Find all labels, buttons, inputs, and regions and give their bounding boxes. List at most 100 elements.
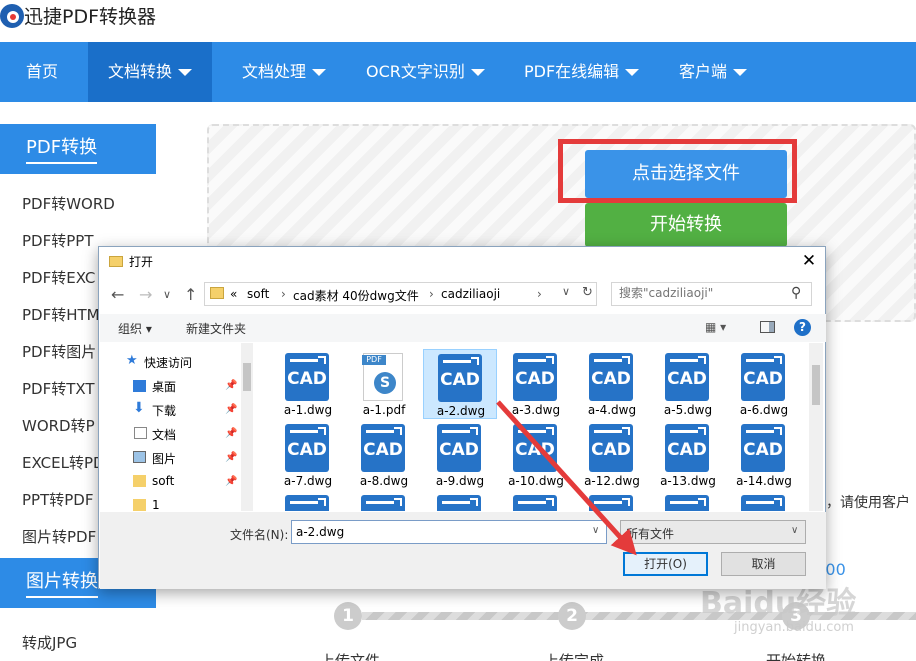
- view-options-icon[interactable]: ▦ ▾: [705, 320, 726, 334]
- filename-input[interactable]: [296, 525, 576, 539]
- file-name: a-12.dwg: [584, 474, 640, 488]
- file-item[interactable]: CAD a-13.dwg: [651, 420, 725, 490]
- breadcrumb-item[interactable]: soft: [247, 287, 269, 301]
- app-title: 迅捷PDF转换器: [24, 6, 157, 28]
- sidebar-item[interactable]: 转成JPG: [22, 632, 156, 653]
- file-item-partial[interactable]: [271, 491, 345, 511]
- pin-icon[interactable]: 📌: [225, 476, 237, 487]
- file-item-partial[interactable]: [347, 491, 421, 511]
- pin-icon[interactable]: 📌: [225, 452, 237, 463]
- navigation-scrollbar[interactable]: [241, 343, 253, 511]
- chevron-down-icon[interactable]: ∨: [163, 288, 171, 301]
- file-item[interactable]: CAD a-7.dwg: [271, 420, 345, 490]
- cad-file-icon: [665, 495, 709, 511]
- chevron-down-icon[interactable]: ∨: [562, 285, 570, 298]
- chevron-down-icon[interactable]: ∨: [592, 525, 599, 536]
- file-item-partial[interactable]: [499, 491, 573, 511]
- nav-pdf-edit-label: PDF在线编辑: [524, 62, 620, 81]
- file-item-partial[interactable]: [575, 491, 649, 511]
- step-circle-2: 2: [558, 602, 586, 630]
- sidebar-heading-label: PDF转换: [26, 137, 98, 164]
- file-item[interactable]: CAD a-10.dwg: [499, 420, 573, 490]
- close-icon[interactable]: ✕: [799, 251, 819, 271]
- nav-pictures[interactable]: 图片: [152, 450, 176, 467]
- preview-pane-icon[interactable]: [760, 321, 775, 333]
- nav-quick-access[interactable]: 快速访问: [144, 354, 192, 371]
- nav-home[interactable]: 首页: [0, 42, 84, 102]
- file-item[interactable]: CAD a-4.dwg: [575, 349, 649, 419]
- open-button[interactable]: 打开(O): [623, 552, 708, 576]
- cad-file-icon: [437, 495, 481, 511]
- refresh-icon[interactable]: ↻: [582, 285, 593, 300]
- file-item-partial[interactable]: [423, 491, 497, 511]
- chevron-down-icon: [733, 69, 748, 76]
- file-item[interactable]: CAD a-1.dwg: [271, 349, 345, 419]
- filename-label: 文件名(N):: [230, 528, 289, 542]
- file-name: a-9.dwg: [435, 474, 485, 488]
- pin-icon[interactable]: 📌: [225, 428, 237, 439]
- file-item[interactable]: PDF S a-1.pdf: [347, 349, 421, 419]
- file-item[interactable]: CAD a-3.dwg: [499, 349, 573, 419]
- cad-file-icon: CAD: [285, 353, 329, 401]
- filename-field[interactable]: ∨: [291, 520, 607, 544]
- help-icon[interactable]: ?: [794, 319, 811, 336]
- start-convert-button[interactable]: 开始转换: [585, 203, 787, 247]
- client-notice: F，请使用客户: [818, 495, 911, 511]
- highlight-annotation: [558, 139, 797, 203]
- file-item[interactable]: CAD a-9.dwg: [423, 420, 497, 490]
- nav-soft[interactable]: soft: [152, 474, 174, 488]
- breadcrumb-item[interactable]: cadziliaoji: [441, 287, 500, 301]
- download-icon: ⬇: [133, 400, 145, 416]
- back-arrow-icon[interactable]: ←: [111, 285, 124, 304]
- address-bar[interactable]: « soft › cad素材 40份dwg文件 › cadziliaoji ›: [204, 282, 597, 306]
- cad-file-icon: CAD: [513, 424, 557, 472]
- filetype-select[interactable]: 所有文件 ∨: [620, 520, 806, 544]
- cad-file-icon: CAD: [513, 353, 557, 401]
- file-item[interactable]: CAD a-8.dwg: [347, 420, 421, 490]
- breadcrumb-overflow[interactable]: «: [230, 287, 237, 301]
- folder-icon: [210, 287, 224, 299]
- file-item[interactable]: CAD a-5.dwg: [651, 349, 725, 419]
- cad-file-icon: CAD: [361, 424, 405, 472]
- nav-pdf-edit[interactable]: PDF在线编辑: [524, 42, 640, 102]
- nav-ocr[interactable]: OCR文字识别: [366, 42, 485, 102]
- up-arrow-icon[interactable]: ↑: [184, 285, 197, 304]
- nav-client-label: 客户端: [679, 62, 728, 81]
- forward-arrow-icon[interactable]: →: [139, 285, 152, 304]
- sidebar-item[interactable]: PDF转WORD: [22, 193, 156, 214]
- organize-menu[interactable]: 组织 ▾: [118, 320, 152, 337]
- nav-folder-1[interactable]: 1: [152, 498, 160, 511]
- nav-documents[interactable]: 文档: [152, 426, 176, 443]
- nav-home-label: 首页: [25, 62, 58, 81]
- file-item-partial[interactable]: [727, 491, 801, 511]
- cancel-button[interactable]: 取消: [721, 552, 806, 576]
- folder-icon: [133, 475, 146, 487]
- file-list-scrollbar[interactable]: [809, 343, 823, 511]
- baidu-watermark-url: jingyan.baidu.com: [734, 620, 854, 635]
- file-item[interactable]: CAD a-12.dwg: [575, 420, 649, 490]
- file-list: CAD a-1.dwg PDF S a-1.pdf CAD a-2.dwg CAD a-3…: [255, 343, 807, 511]
- nav-desktop[interactable]: 桌面: [152, 378, 176, 395]
- dialog-toolbar: 组织 ▾ 新建文件夹 ▦ ▾ ?: [100, 314, 826, 342]
- file-item[interactable]: CAD a-14.dwg: [727, 420, 801, 490]
- dialog-footer: 文件名(N): ∨ 所有文件 ∨ 打开(O) 取消: [100, 512, 826, 589]
- star-icon: ★: [126, 353, 138, 368]
- file-name: a-7.dwg: [283, 474, 333, 488]
- breadcrumb-item[interactable]: cad素材 40份dwg文件: [293, 287, 419, 304]
- nav-doc-convert[interactable]: 文档转换: [88, 42, 212, 102]
- dialog-title: 打开: [129, 255, 154, 269]
- search-icon[interactable]: ⚲: [791, 285, 801, 301]
- file-item[interactable]: CAD a-6.dwg: [727, 349, 801, 419]
- step-label-uploaded: 上传完成: [544, 652, 605, 661]
- search-field[interactable]: ⚲: [611, 282, 812, 306]
- search-input[interactable]: [619, 286, 789, 300]
- nav-doc-process[interactable]: 文档处理: [242, 42, 327, 102]
- nav-client[interactable]: 客户端: [679, 42, 748, 102]
- file-item-partial[interactable]: [651, 491, 725, 511]
- file-item-selected[interactable]: CAD a-2.dwg: [423, 349, 497, 419]
- pin-icon[interactable]: 📌: [225, 380, 237, 391]
- new-folder-button[interactable]: 新建文件夹: [186, 320, 246, 337]
- nav-downloads[interactable]: 下载: [152, 402, 176, 419]
- pin-icon[interactable]: 📌: [225, 404, 237, 415]
- folder-icon: [133, 499, 146, 511]
